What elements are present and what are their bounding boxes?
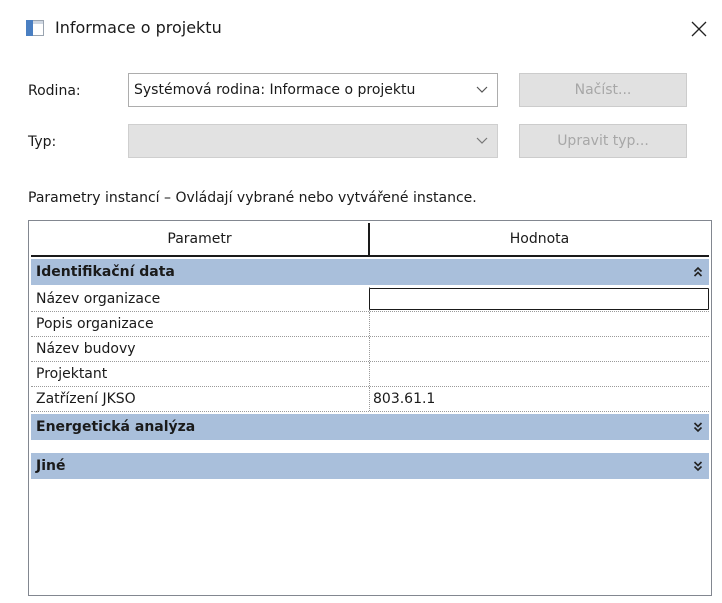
family-dropdown[interactable]: Systémová rodina: Informace o projektu: [128, 73, 498, 107]
table-row: Název budovy: [31, 337, 709, 362]
table-row: Zatřízení JKSO 803.61.1: [31, 387, 709, 412]
family-label: Rodina:: [28, 83, 81, 99]
parameter-name: Název organizace: [31, 287, 370, 311]
parameter-value[interactable]: [370, 312, 709, 336]
family-dropdown-value: Systémová rodina: Informace o projektu: [134, 82, 416, 98]
group-identification-data[interactable]: Identifikační data: [31, 259, 709, 285]
group-energy-analysis[interactable]: Energetická analýza: [31, 414, 709, 440]
window-icon: [26, 20, 44, 36]
expand-icon[interactable]: [687, 453, 709, 479]
window-title: Informace o projektu: [55, 18, 222, 37]
parameter-name: Projektant: [31, 362, 370, 386]
parameter-name: Popis organizace: [31, 312, 370, 336]
organization-name-input[interactable]: [369, 288, 709, 310]
parameter-name: Název budovy: [31, 337, 370, 361]
table-row: Název organizace: [31, 287, 709, 312]
close-icon: [691, 21, 707, 37]
parameter-value[interactable]: [370, 362, 709, 386]
grid-header: Parametr Hodnota: [31, 223, 709, 257]
group-other[interactable]: Jiné: [31, 453, 709, 479]
chevron-down-icon: [467, 74, 497, 106]
group-title: Energetická analýza: [36, 419, 196, 435]
instance-parameters-description: Parametry instancí – Ovládají vybrané ne…: [28, 190, 477, 206]
properties-grid: Parametr Hodnota Identifikační data Náze…: [28, 220, 712, 596]
column-header-parameter[interactable]: Parametr: [31, 223, 370, 255]
type-dropdown[interactable]: [128, 124, 498, 158]
group-title: Identifikační data: [36, 264, 175, 280]
close-button[interactable]: [684, 14, 714, 44]
parameter-name: Zatřízení JKSO: [31, 387, 370, 411]
parameter-value[interactable]: 803.61.1: [370, 387, 709, 411]
load-button[interactable]: Načíst...: [519, 73, 687, 107]
group-title: Jiné: [36, 458, 66, 474]
column-header-value[interactable]: Hodnota: [370, 223, 709, 255]
collapse-icon[interactable]: [687, 259, 709, 285]
parameter-value[interactable]: [370, 337, 709, 361]
table-row: Popis organizace: [31, 312, 709, 337]
type-label: Typ:: [28, 134, 57, 150]
edit-type-button[interactable]: Upravit typ...: [519, 124, 687, 158]
table-row: Projektant: [31, 362, 709, 387]
expand-icon[interactable]: [687, 414, 709, 440]
title-bar: Informace o projektu: [0, 0, 722, 58]
chevron-down-icon: [467, 125, 497, 157]
